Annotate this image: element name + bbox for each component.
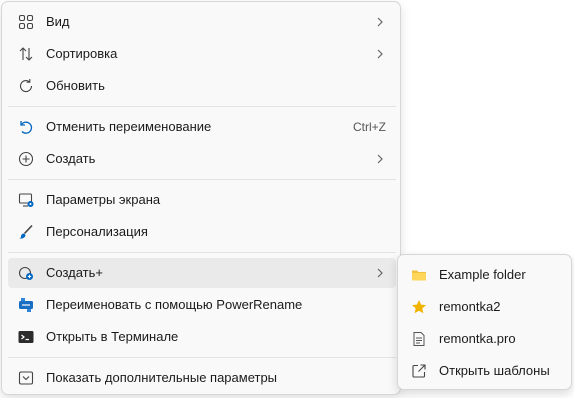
menu-item-sort[interactable]: Сортировка bbox=[8, 39, 396, 69]
chevron-right-icon bbox=[376, 47, 384, 61]
menu-item-label: Обновить bbox=[46, 78, 105, 93]
menu-separator bbox=[8, 252, 396, 253]
chevron-right-icon bbox=[376, 15, 384, 29]
menu-item-label: Создать bbox=[46, 151, 96, 166]
menu-item-open-terminal[interactable]: Открыть в Терминале bbox=[8, 322, 396, 352]
document-icon bbox=[411, 331, 427, 347]
menu-item-label: Открыть в Терминале bbox=[46, 329, 179, 344]
menu-item-label: Вид bbox=[46, 14, 70, 29]
new-plus-icon bbox=[18, 151, 34, 167]
menu-item-new[interactable]: Создать bbox=[8, 144, 396, 174]
star-icon bbox=[411, 299, 427, 315]
menu-item-display-settings[interactable]: Параметры экрана bbox=[8, 185, 396, 215]
undo-icon bbox=[18, 119, 34, 135]
desktop-context-menu: Вид Сортировка Обновить Отменить переиме… bbox=[1, 1, 401, 395]
open-external-icon bbox=[411, 363, 427, 379]
new-plus-badge-icon bbox=[18, 265, 34, 281]
display-settings-icon bbox=[18, 192, 34, 208]
folder-icon bbox=[411, 267, 427, 283]
terminal-icon bbox=[18, 329, 34, 345]
refresh-icon bbox=[18, 78, 34, 94]
submenu-item-label: remontka.pro bbox=[439, 331, 516, 346]
submenu-item-label: Example folder bbox=[439, 267, 526, 282]
menu-item-label: Персонализация bbox=[46, 224, 148, 239]
menu-item-view[interactable]: Вид bbox=[8, 7, 396, 37]
menu-item-label: Показать дополнительные параметры bbox=[46, 370, 278, 385]
powerrename-icon bbox=[18, 297, 34, 313]
menu-item-powerrename[interactable]: Переименовать с помощью PowerRename bbox=[8, 290, 396, 320]
menu-item-show-more-options[interactable]: Показать дополнительные параметры bbox=[8, 363, 396, 393]
menu-item-label: Отменить переименование bbox=[46, 119, 212, 134]
chevron-right-icon bbox=[376, 266, 384, 280]
menu-item-label: Сортировка bbox=[46, 46, 118, 61]
menu-item-refresh[interactable]: Обновить bbox=[8, 71, 396, 101]
menu-separator bbox=[8, 179, 396, 180]
grid-view-icon bbox=[18, 14, 34, 30]
menu-item-new-plus[interactable]: Создать+ bbox=[8, 258, 396, 288]
menu-separator bbox=[8, 106, 396, 107]
menu-item-label: Переименовать с помощью PowerRename bbox=[46, 297, 303, 312]
brush-icon bbox=[18, 224, 34, 240]
menu-separator bbox=[8, 357, 396, 358]
new-plus-submenu: Example folder remontka2 remontka.pro От… bbox=[397, 254, 572, 390]
sort-arrows-icon bbox=[18, 46, 34, 62]
menu-item-undo-rename[interactable]: Отменить переименование Ctrl+Z bbox=[8, 112, 396, 142]
submenu-item-remontka-pro[interactable]: remontka.pro bbox=[402, 324, 567, 354]
shortcut-text: Ctrl+Z bbox=[353, 120, 386, 134]
menu-item-personalize[interactable]: Персонализация bbox=[8, 217, 396, 247]
submenu-item-label: remontka2 bbox=[439, 299, 501, 314]
menu-item-label: Параметры экрана bbox=[46, 192, 161, 207]
submenu-item-label: Открыть шаблоны bbox=[439, 363, 550, 378]
submenu-item-example-folder[interactable]: Example folder bbox=[402, 260, 567, 290]
submenu-item-remontka2[interactable]: remontka2 bbox=[402, 292, 567, 322]
more-options-icon bbox=[18, 370, 34, 386]
menu-item-label: Создать+ bbox=[46, 265, 103, 280]
chevron-right-icon bbox=[376, 152, 384, 166]
submenu-item-open-templates[interactable]: Открыть шаблоны bbox=[402, 356, 567, 386]
